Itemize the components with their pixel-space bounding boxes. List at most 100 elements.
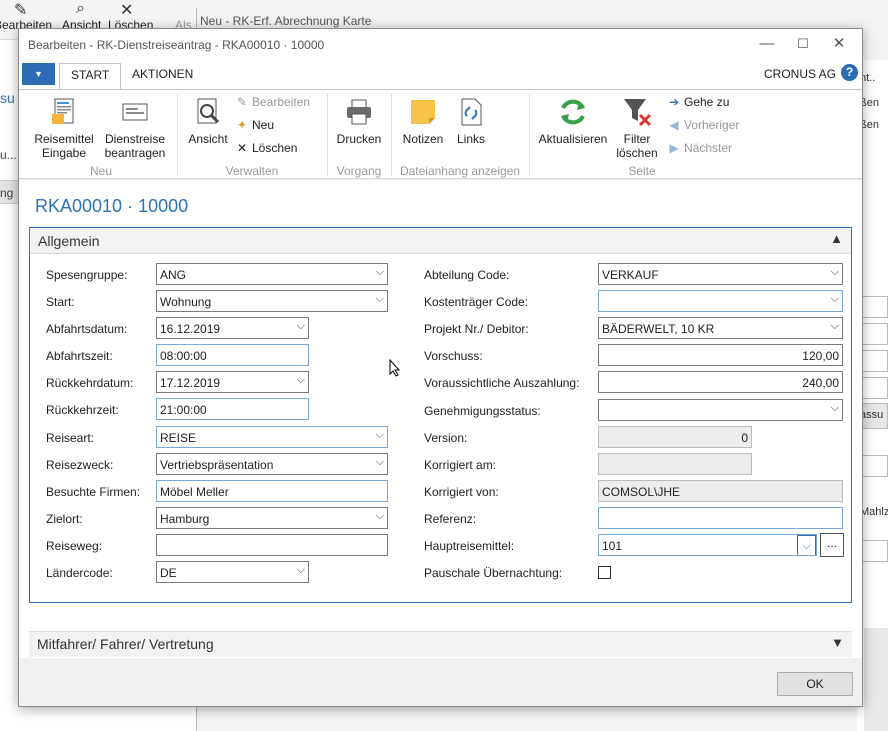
naechster-button[interactable]: ▶ Nächster: [667, 141, 732, 155]
label-korrigiert-am: Korrigiert am:: [424, 458, 497, 472]
zielort-select[interactable]: Hamburg ⌵: [156, 507, 388, 529]
vorheriger-button[interactable]: ◀ Vorheriger: [667, 118, 739, 132]
hauptreisemittel-field[interactable]: 101 ⌵: [598, 534, 817, 556]
dropdown-icon: ⌵: [830, 320, 839, 332]
abfahrtsdatum-field[interactable]: 16.12.2019 ⌵: [156, 317, 309, 339]
version-field: 0: [598, 426, 752, 448]
bg-left-band-label: ng: [0, 186, 14, 200]
tab-start[interactable]: START: [59, 63, 122, 90]
spesengruppe-select[interactable]: ANG ⌵: [156, 263, 388, 285]
group-label-verwalten: Verwalten: [225, 164, 279, 178]
fasttab-general-title: Allgemein: [38, 233, 100, 249]
bearbeiten-button[interactable]: ✎ Bearbeiten: [235, 95, 310, 109]
dropdown-icon: ⌵: [830, 402, 839, 414]
drucken-button[interactable]: Drucken: [333, 96, 385, 146]
rueckkehrzeit-field[interactable]: 21:00:00: [156, 398, 309, 420]
abfahrtszeit-value: 08:00:00: [160, 349, 207, 363]
fasttab-general: Allgemein ▲ Spesengruppe: ANG ⌵ Start: Wo…: [29, 227, 852, 603]
label-reiseart: Reiseart:: [46, 431, 95, 445]
dialog-content: RKA00010 · 10000 Allgemein ▲ Spesengrupp…: [19, 180, 862, 658]
filter-loeschen-label: Filter löschen: [616, 132, 658, 160]
ok-button[interactable]: OK: [777, 672, 853, 696]
printer-icon: [347, 99, 371, 125]
reiseart-select[interactable]: REISE ⌵: [156, 426, 388, 448]
dienstreise-beantragen-button[interactable]: Dienstreise beantragen: [99, 96, 171, 160]
rueckkehrdatum-value: 17.12.2019: [160, 376, 221, 390]
pauschale-uebernachtung-checkbox[interactable]: [598, 566, 611, 579]
notizen-button[interactable]: Notizen: [399, 96, 447, 146]
reisemittel-eingabe-label: Reisemittel Eingabe: [34, 132, 94, 160]
voraussichtliche-auszahlung-field[interactable]: 240,00: [598, 371, 843, 393]
laendercode-select[interactable]: DE ⌵: [156, 561, 309, 583]
minimize-button[interactable]: —: [752, 33, 782, 55]
request-dialog: Bearbeiten - RK-Dienstreiseantrag - RKA0…: [18, 28, 863, 707]
tab-aktionen[interactable]: AKTIONEN: [132, 67, 193, 81]
zielort-value: Hamburg: [160, 512, 210, 526]
reisezweck-select[interactable]: Vertriebspräsentation ⌵: [156, 453, 388, 475]
label-rueckkehrzeit: Rückkehrzeit:: [46, 403, 119, 417]
genehmigungsstatus-select[interactable]: ⌵: [598, 399, 843, 421]
links-label: Links: [456, 132, 485, 146]
rueckkehrdatum-field[interactable]: 17.12.2019 ⌵: [156, 371, 309, 393]
ansicht-button[interactable]: Ansicht: [185, 96, 231, 146]
label-rueckkehrdatum: Rückkehrdatum:: [46, 376, 134, 390]
label-abfahrtsdatum: Abfahrtsdatum:: [46, 322, 128, 336]
arrow-right-icon: ➔: [668, 95, 680, 109]
link-icon: [461, 98, 482, 126]
form-icon: [122, 103, 148, 121]
refresh-icon: [561, 99, 585, 125]
maximize-button[interactable]: ☐: [788, 33, 818, 55]
bg-second-window-title: Neu - RK-Erf. Abrechnung Karte: [200, 14, 372, 28]
abfahrtszeit-field[interactable]: 08:00:00: [156, 344, 309, 366]
version-value: 0: [741, 431, 748, 445]
bg-right-text: Mahlz: [860, 506, 888, 518]
chevron-down-icon[interactable]: ▼: [831, 635, 844, 650]
vorschuss-value: 120,00: [802, 349, 839, 363]
aktualisieren-button[interactable]: Aktualisieren: [535, 96, 611, 146]
label-voraussichtliche-auszahlung: Voraussichtliche Auszahlung:: [424, 376, 580, 390]
bg-right-field: [860, 455, 888, 477]
vorschuss-field[interactable]: 120,00: [598, 344, 843, 366]
bg-right-text: assu: [860, 409, 884, 421]
reisezweck-value: Vertriebspräsentation: [160, 458, 274, 472]
loeschen-button[interactable]: ✕ Löschen: [235, 141, 297, 155]
bg-right-scroll-area: [864, 628, 888, 731]
dropdown-icon: ⌵: [296, 564, 305, 576]
mouse-cursor-icon: [389, 359, 401, 377]
help-icon[interactable]: ?: [841, 64, 858, 81]
dropdown-icon: ⌵: [296, 374, 305, 386]
app-menu-button[interactable]: ▼: [22, 63, 55, 85]
dropdown-icon: ⌵: [375, 293, 384, 305]
label-referenz: Referenz:: [424, 512, 477, 526]
label-vorschuss: Vorschuss:: [424, 349, 483, 363]
referenz-field[interactable]: [598, 507, 843, 529]
hauptreisemittel-lookup-button[interactable]: ...: [820, 533, 844, 557]
filter-loeschen-button[interactable]: Filter löschen: [613, 96, 661, 160]
gehe-zu-button[interactable]: ➔ Gehe zu: [667, 95, 729, 109]
dropdown-icon: ⌵: [830, 266, 839, 278]
dropdown-icon: ⌵: [375, 429, 384, 441]
projekt-nr-select[interactable]: BÄDERWELT, 10 KR ⌵: [598, 317, 843, 339]
loeschen-label: Löschen: [252, 141, 298, 155]
view-icon: [197, 98, 220, 124]
dienstreise-beantragen-label: Dienstreise beantragen: [104, 132, 166, 160]
chevron-up-icon[interactable]: ▲: [830, 231, 843, 246]
label-abteilung-code: Abteilung Code:: [424, 268, 510, 282]
pencil-icon: ✎: [14, 2, 28, 19]
fasttab-general-header[interactable]: Allgemein ▲: [30, 228, 851, 254]
reisemittel-eingabe-button[interactable]: Reisemittel Eingabe: [29, 96, 99, 160]
label-reisezweck: Reisezweck:: [46, 458, 114, 472]
start-select[interactable]: Wohnung ⌵: [156, 290, 388, 312]
abteilung-code-select[interactable]: VERKAUF ⌵: [598, 263, 843, 285]
close-button[interactable]: ✕: [824, 33, 854, 55]
fasttab-mitfahrer-header[interactable]: Mitfahrer/ Fahrer/ Vertretung ▼: [29, 631, 852, 657]
reiseweg-field[interactable]: [156, 534, 388, 556]
kostentraeger-code-select[interactable]: ⌵: [598, 290, 843, 312]
korrigiert-von-field: COMSOL\JHE: [598, 480, 843, 502]
neu-button[interactable]: ✦ Neu: [235, 118, 274, 132]
hauptreisemittel-dropdown-icon[interactable]: ⌵: [797, 535, 816, 555]
links-button[interactable]: Links: [451, 96, 491, 146]
label-laendercode: Ländercode:: [46, 566, 113, 580]
besuchte-firmen-field[interactable]: Möbel Meller: [156, 480, 388, 502]
label-spesengruppe: Spesengruppe:: [46, 268, 128, 282]
